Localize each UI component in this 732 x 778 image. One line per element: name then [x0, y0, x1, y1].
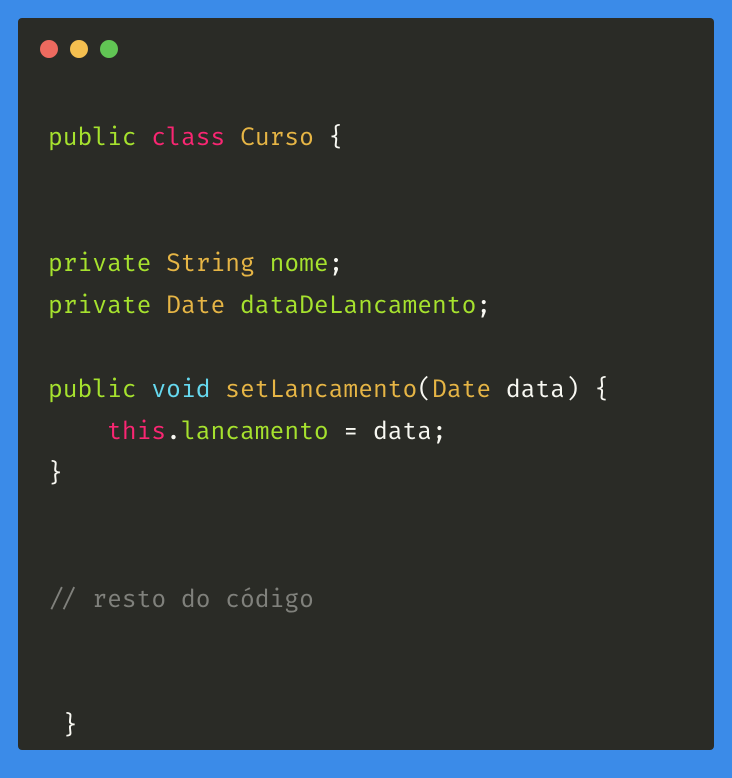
keyword-private: private [48, 292, 151, 321]
code-window: public class Curso { private String nome… [18, 18, 714, 750]
type-date: Date [166, 292, 225, 321]
paren-close-brace: ) { [565, 376, 609, 405]
titlebar [18, 18, 714, 58]
class-name: Curso [240, 124, 314, 153]
field-data: dataDeLancamento [240, 292, 476, 321]
semicolon: ; [432, 418, 447, 447]
type-string: String [166, 250, 255, 279]
equals: = [329, 418, 373, 447]
keyword-void: void [151, 376, 210, 405]
field-nome: nome [270, 250, 329, 279]
member-lancamento: lancamento [181, 418, 329, 447]
param-type: Date [432, 376, 491, 405]
semicolon: ; [329, 250, 344, 279]
value-data: data [373, 418, 432, 447]
close-icon[interactable] [40, 40, 58, 58]
semicolon: ; [476, 292, 491, 321]
comment: // resto do código [48, 586, 314, 615]
indent [48, 418, 107, 447]
maximize-icon[interactable] [100, 40, 118, 58]
minimize-icon[interactable] [70, 40, 88, 58]
method-name: setLancamento [225, 376, 417, 405]
keyword-class: class [151, 124, 225, 153]
brace-open: { [314, 124, 344, 153]
paren-open: ( [417, 376, 432, 405]
keyword-public: public [48, 376, 137, 405]
keyword-public: public [48, 124, 137, 153]
brace-close-final: } [48, 712, 78, 741]
dot: . [166, 418, 181, 447]
code-block: public class Curso { private String nome… [18, 58, 714, 778]
keyword-private: private [48, 250, 151, 279]
brace-close: } [48, 460, 63, 489]
param-name: data [506, 376, 565, 405]
keyword-this: this [107, 418, 166, 447]
